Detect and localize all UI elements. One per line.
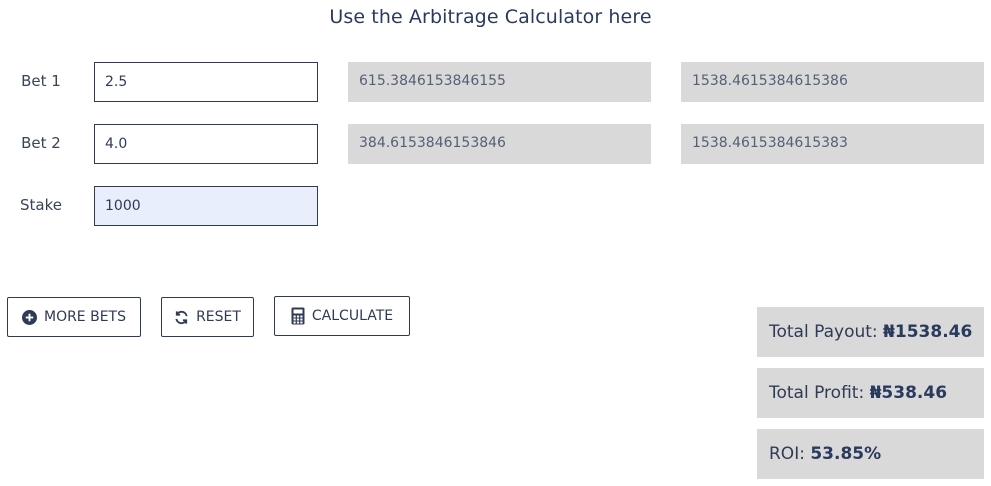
calculate-label: CALCULATE	[311, 308, 394, 324]
roi-box: ROI: 53.85%	[757, 429, 984, 479]
bet-2-stake-output: 384.6153846153846	[348, 124, 651, 164]
roi-value: 53.85%	[810, 444, 882, 464]
calculator-icon	[291, 307, 305, 325]
total-payout-box: Total Payout: ₦1538.46	[757, 307, 984, 357]
more-bets-button[interactable]: MORE BETS	[7, 297, 141, 337]
total-profit-box: Total Profit: ₦538.46	[757, 368, 984, 418]
total-profit-label: Total Profit:	[769, 383, 865, 403]
reset-button[interactable]: RESET	[161, 297, 254, 337]
refresh-icon	[174, 310, 189, 325]
roi-label: ROI:	[769, 444, 805, 464]
bet-1-odds-input[interactable]	[94, 62, 318, 102]
bet-2-odds-input[interactable]	[94, 124, 318, 164]
stake-input[interactable]	[94, 186, 318, 226]
bet-1-stake-output: 615.3846153846155	[348, 62, 651, 102]
bet-1-label: Bet 1	[21, 72, 61, 90]
bet-2-label: Bet 2	[21, 134, 61, 152]
total-payout-label: Total Payout:	[769, 322, 878, 342]
stake-label: Stake	[20, 196, 62, 214]
more-bets-label: MORE BETS	[43, 309, 126, 325]
total-payout-value: ₦1538.46	[883, 322, 973, 342]
reset-label: RESET	[196, 309, 241, 325]
total-profit-value: ₦538.46	[869, 383, 948, 403]
bet-2-payout-output: 1538.4615384615383	[681, 124, 984, 164]
bet-1-payout-output: 1538.4615384615386	[681, 62, 984, 102]
calculate-button[interactable]: CALCULATE	[274, 296, 410, 336]
plus-circle-icon	[21, 309, 37, 325]
page-title: Use the Arbitrage Calculator here	[329, 6, 652, 28]
